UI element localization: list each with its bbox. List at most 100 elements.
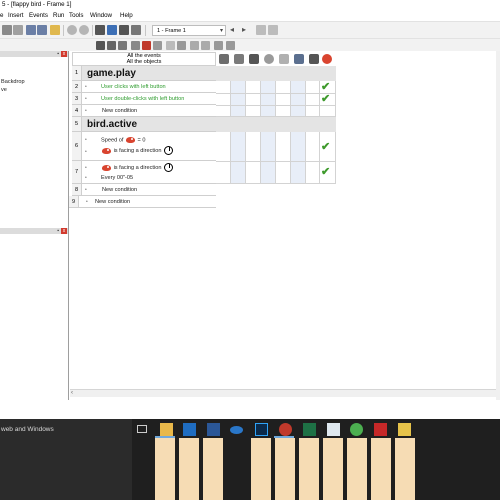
action-cell[interactable] [216, 81, 231, 117]
group-row[interactable]: 5 bird.active [72, 117, 216, 132]
checkmark-icon[interactable]: ✔ [321, 94, 330, 105]
sound-icon[interactable] [234, 54, 244, 64]
search-box[interactable]: web and Windows [0, 419, 132, 500]
word-icon[interactable] [207, 423, 220, 436]
new-condition-text[interactable]: New condition [95, 199, 130, 205]
menu-item-tools[interactable]: Tools [69, 12, 83, 19]
clickteam-icon[interactable] [279, 423, 292, 436]
store-icon[interactable] [327, 423, 340, 436]
event-row[interactable]: 2 • User clicks with left button [72, 81, 216, 93]
vertical-scrollbar[interactable] [496, 51, 500, 400]
event-row[interactable]: 4 • New condition [72, 105, 216, 117]
delete-frame-icon[interactable] [268, 25, 278, 35]
action-cell[interactable] [231, 81, 246, 117]
action-cell[interactable] [291, 132, 306, 184]
action-cell[interactable] [306, 81, 320, 117]
checkmark-icon[interactable]: ✔ [321, 167, 330, 178]
next-frame-icon[interactable]: ▸ [242, 25, 252, 35]
action-cell[interactable] [276, 81, 291, 117]
checkmark-icon[interactable]: ✔ [321, 82, 330, 93]
condition-text[interactable]: User clicks with left button [101, 84, 166, 90]
frame-editor-icon[interactable] [107, 25, 117, 35]
menu-item-window[interactable]: Window [90, 12, 112, 19]
timer-icon[interactable] [264, 54, 274, 64]
events-icon[interactable] [96, 41, 105, 50]
event-row[interactable]: 7 • is facing a direction • Every 00"-05 [72, 161, 216, 184]
frame-select[interactable]: 1 - Frame 1 ▾ [152, 25, 226, 36]
taskbar-window-preview[interactable] [395, 438, 415, 500]
event-row[interactable]: 6 • Speed of = 0 • is facing a direction [72, 132, 216, 161]
taskbar-window-preview[interactable] [371, 438, 391, 500]
chrome-icon[interactable] [350, 423, 363, 436]
storyboard-controls-icon[interactable] [249, 54, 259, 64]
event-row[interactable]: 3 • User double-clicks with left button [72, 93, 216, 105]
excel-icon[interactable] [303, 423, 316, 436]
run-application-icon[interactable] [67, 25, 77, 35]
taskbar-window-preview[interactable] [347, 438, 367, 500]
condition-text[interactable]: Speed of = 0 [101, 137, 145, 143]
checkmark-icon[interactable]: ✔ [321, 142, 330, 153]
previous-frame-icon[interactable]: ◂ [230, 25, 240, 35]
new-frame-icon[interactable] [256, 25, 266, 35]
event-row[interactable]: 9 • New condition [69, 196, 216, 208]
taskbar-window-preview[interactable] [299, 438, 319, 500]
event-row[interactable]: 8 • New condition [72, 184, 216, 196]
taskbar-window-preview[interactable] [155, 438, 175, 500]
filter-icon[interactable] [153, 41, 162, 50]
bookmark-icon[interactable] [177, 41, 186, 50]
keyboard-mouse-icon[interactable] [294, 54, 304, 64]
delete-event-icon[interactable] [142, 41, 151, 50]
taskbar-window-preview[interactable] [251, 438, 271, 500]
special-conditions-icon[interactable] [219, 54, 229, 64]
action-cell[interactable] [231, 132, 246, 184]
zoom-icon[interactable] [214, 41, 223, 50]
player-icon[interactable] [309, 54, 319, 64]
settings-icon[interactable] [226, 41, 235, 50]
onedrive-icon[interactable] [230, 426, 243, 434]
pin-icon[interactable]: ▪ [57, 228, 59, 234]
insert-event-icon[interactable] [107, 41, 116, 50]
taskbar-window-preview[interactable] [275, 438, 295, 500]
taskbar-window-preview[interactable] [203, 438, 223, 500]
close-icon[interactable]: x [61, 228, 67, 234]
condition-text[interactable]: is facing a direction [101, 163, 174, 172]
cut-icon[interactable] [2, 25, 12, 35]
group-events-icon[interactable] [131, 41, 140, 50]
undo-icon[interactable] [26, 25, 36, 35]
taskbar-window-preview[interactable] [323, 438, 343, 500]
redo-icon[interactable] [37, 25, 47, 35]
horizontal-scrollbar[interactable]: ‹ [70, 389, 496, 397]
clickteam-fusion-icon[interactable] [398, 423, 411, 436]
event-editor-icon[interactable] [119, 25, 129, 35]
workspace-item[interactable]: Backdrop [1, 79, 25, 85]
action-cell[interactable] [261, 81, 276, 117]
acrobat-icon[interactable] [374, 423, 387, 436]
new-condition-text[interactable]: New condition [102, 108, 137, 114]
timer-condition-text[interactable]: Every 00"-05 [101, 175, 133, 181]
menu-item-edit[interactable]: e [0, 12, 3, 19]
task-view-icon[interactable] [137, 425, 147, 433]
action-cell[interactable] [216, 132, 231, 184]
pin-icon[interactable]: ▪ [57, 51, 59, 57]
event-list-editor-icon[interactable] [131, 25, 141, 35]
workspace-item[interactable]: ve [1, 87, 7, 93]
menu-item-insert[interactable]: Insert [8, 12, 23, 19]
close-icon[interactable]: x [61, 51, 67, 57]
action-cell[interactable] [261, 132, 276, 184]
action-cell[interactable] [291, 81, 306, 117]
action-cell[interactable] [246, 132, 261, 184]
action-cell[interactable] [246, 81, 261, 117]
new-condition-text[interactable]: New condition [102, 187, 137, 193]
find-icon[interactable] [166, 41, 175, 50]
taskbar-window-preview[interactable] [179, 438, 199, 500]
group-row[interactable]: 1 game.play [72, 66, 216, 81]
menu-item-help[interactable]: Help [120, 12, 133, 19]
insert-comment-icon[interactable] [118, 41, 127, 50]
photoshop-icon[interactable] [255, 423, 268, 436]
condition-text[interactable]: User double-clicks with left button [101, 96, 184, 102]
run-frame-icon[interactable] [79, 25, 89, 35]
create-objects-icon[interactable] [279, 54, 289, 64]
previous-bookmark-icon[interactable] [190, 41, 199, 50]
menu-item-run[interactable]: Run [53, 12, 64, 19]
menu-item-events[interactable]: Events [29, 12, 48, 19]
